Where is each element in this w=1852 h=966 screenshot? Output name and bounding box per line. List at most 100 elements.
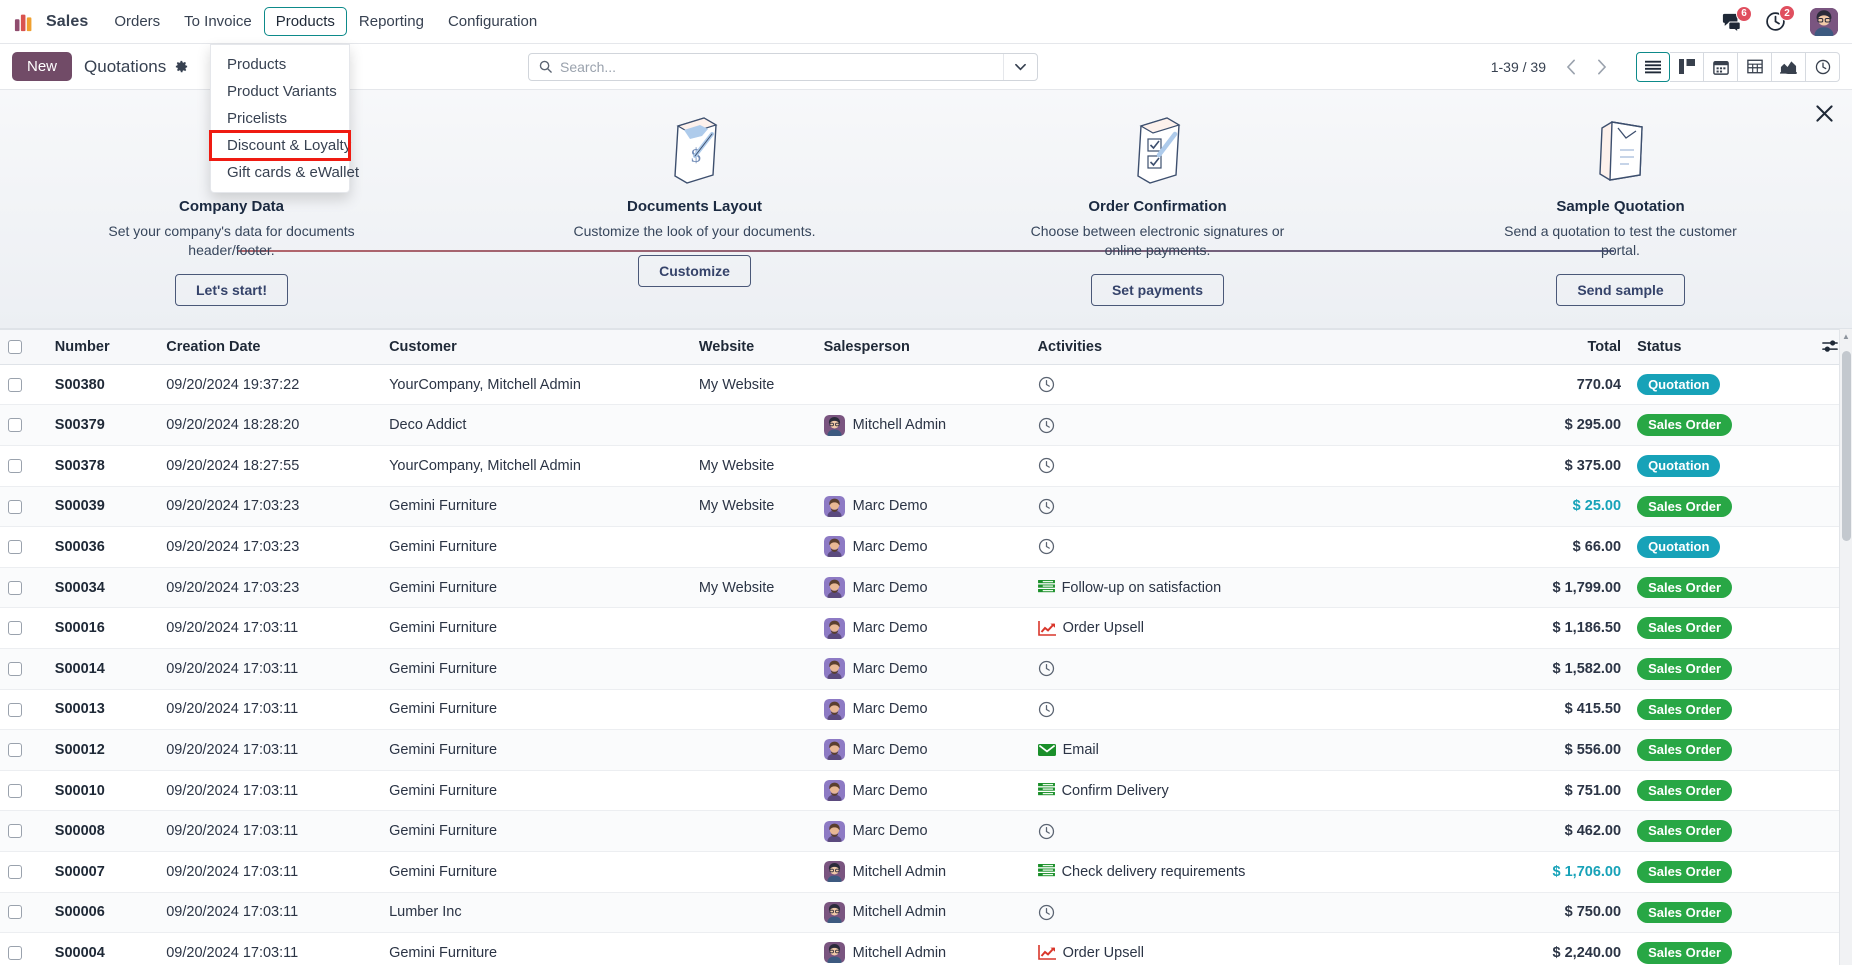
lets-start-button[interactable]: Let's start! (174, 273, 288, 306)
order-number[interactable]: S00380 (55, 377, 105, 393)
search-input[interactable] (560, 53, 1003, 80)
upsell-chart-icon[interactable] (1037, 945, 1056, 961)
table-row[interactable]: S00007 09/20/2024 17:03:11 Gemini Furnitur… (0, 851, 1852, 893)
cell-number[interactable]: S00012 (46, 729, 159, 771)
envelope-green-icon[interactable] (1037, 743, 1056, 757)
order-number[interactable]: S00379 (55, 417, 105, 433)
clock-icon[interactable] (1038, 417, 1055, 434)
table-row[interactable]: S00380 09/20/2024 19:37:22 YourCompany, Mi… (0, 364, 1852, 406)
view-button-pivot[interactable] (1738, 51, 1772, 82)
row-checkbox[interactable] (8, 702, 22, 717)
nav-item-orders[interactable]: Orders (102, 7, 172, 36)
pager-previous-button[interactable] (1556, 53, 1586, 81)
table-row[interactable]: S00016 09/20/2024 17:03:11 Gemini Furnitur… (0, 607, 1852, 649)
list-green-icon[interactable] (1037, 580, 1055, 595)
menu-item-products[interactable]: Products (211, 51, 349, 78)
cell-activities[interactable]: Check delivery requirements (1029, 851, 1465, 893)
cell-number[interactable]: S00379 (46, 404, 159, 446)
cell-activities[interactable] (1029, 892, 1465, 934)
view-button-list[interactable] (1636, 51, 1670, 82)
new-button[interactable]: New (12, 52, 73, 81)
row-checkbox[interactable] (8, 661, 22, 676)
table-row[interactable]: S00010 09/20/2024 17:03:11 Gemini Furnitur… (0, 770, 1852, 812)
list-green-icon[interactable] (1037, 864, 1055, 879)
nav-item-to-invoice[interactable]: To Invoice (172, 7, 264, 36)
row-checkbox[interactable] (8, 946, 22, 961)
cell-number[interactable]: S00010 (46, 770, 159, 812)
activities-button[interactable]: 2 (1765, 5, 1795, 32)
user-avatar[interactable] (1810, 7, 1838, 36)
set-payments-button[interactable]: Set payments (1090, 273, 1225, 306)
column-header-customer[interactable]: Customer (381, 328, 691, 365)
clock-icon[interactable] (1038, 376, 1055, 393)
vertical-scrollbar[interactable]: ▲ (1839, 328, 1852, 965)
clock-icon[interactable] (1038, 904, 1055, 921)
cell-number[interactable]: S00007 (46, 851, 159, 893)
order-number[interactable]: S00004 (55, 945, 105, 961)
order-number[interactable]: S00010 (55, 783, 105, 799)
list-green-icon[interactable] (1037, 783, 1055, 798)
nav-item-configuration[interactable]: Configuration (436, 7, 549, 36)
order-number[interactable]: S00014 (55, 661, 105, 677)
order-number[interactable]: S00016 (55, 620, 105, 636)
row-checkbox[interactable] (8, 418, 22, 433)
row-checkbox[interactable] (8, 621, 22, 636)
table-row[interactable]: S00039 09/20/2024 17:03:23 Gemini Furnitur… (0, 486, 1852, 528)
column-header-salesperson[interactable]: Salesperson (815, 328, 1030, 365)
column-header-activities[interactable]: Activities (1029, 328, 1465, 365)
cell-activities[interactable] (1029, 648, 1465, 690)
column-header-status[interactable]: Status (1629, 328, 1808, 365)
clock-icon[interactable] (1038, 498, 1055, 515)
row-checkbox[interactable] (8, 580, 22, 595)
cell-activities[interactable] (1029, 526, 1465, 568)
column-header-total[interactable]: Total (1464, 328, 1630, 365)
app-brand-name[interactable]: Sales (46, 13, 88, 31)
row-checkbox[interactable] (8, 377, 22, 392)
cell-number[interactable]: S00013 (46, 689, 159, 731)
table-row[interactable]: S00006 09/20/2024 17:03:11 Lumber Inc Mitch… (0, 892, 1852, 934)
row-checkbox[interactable] (8, 743, 22, 758)
cell-activities[interactable] (1029, 445, 1465, 487)
cell-activities[interactable]: Order Upsell (1029, 607, 1465, 649)
row-checkbox[interactable] (8, 905, 22, 920)
order-number[interactable]: S00034 (55, 580, 105, 596)
clock-icon[interactable] (1038, 538, 1055, 555)
menu-item-gift-cards-ewallet[interactable]: Gift cards & eWallet (211, 159, 359, 186)
customize-button[interactable]: Customize (638, 254, 751, 287)
send-sample-button[interactable]: Send sample (1556, 273, 1685, 306)
row-checkbox[interactable] (8, 499, 22, 514)
cell-activities[interactable] (1029, 404, 1465, 446)
cell-activities[interactable] (1029, 810, 1465, 852)
view-button-kanban[interactable] (1670, 51, 1704, 82)
cell-number[interactable]: S00036 (46, 526, 159, 568)
odoo-logo-icon[interactable] (14, 11, 36, 33)
menu-item-discount-loyalty[interactable]: Discount & Loyalty (209, 130, 351, 161)
view-button-activity[interactable] (1806, 51, 1840, 82)
pager-next-button[interactable] (1586, 53, 1616, 81)
table-row[interactable]: S00378 09/20/2024 18:27:55 YourCompany, Mi… (0, 445, 1852, 487)
cell-number[interactable]: S00008 (46, 810, 159, 852)
cell-number[interactable]: S00039 (46, 486, 159, 528)
cell-number[interactable]: S00380 (46, 364, 159, 406)
cell-number[interactable]: S00014 (46, 648, 159, 690)
cell-number[interactable]: S00378 (46, 445, 159, 487)
order-number[interactable]: S00008 (55, 823, 105, 839)
table-row[interactable]: S00012 09/20/2024 17:03:11 Gemini Furnitur… (0, 729, 1852, 771)
table-row[interactable]: S00379 09/20/2024 18:28:20 Deco Addict Mitc… (0, 404, 1852, 446)
table-row[interactable]: S00014 09/20/2024 17:03:11 Gemini Furnitur… (0, 648, 1852, 690)
order-number[interactable]: S00007 (55, 864, 105, 880)
cell-activities[interactable]: Email (1029, 729, 1465, 771)
order-number[interactable]: S00012 (55, 742, 105, 758)
clock-icon[interactable] (1038, 701, 1055, 718)
table-row[interactable]: S00036 09/20/2024 17:03:23 Gemini Furnitur… (0, 526, 1852, 568)
column-header-number[interactable]: Number (46, 328, 159, 365)
menu-item-product-variants[interactable]: Product Variants (211, 78, 349, 105)
order-number[interactable]: S00006 (55, 904, 105, 920)
scrollbar-thumb[interactable] (1842, 350, 1851, 541)
cell-activities[interactable] (1029, 486, 1465, 528)
row-checkbox[interactable] (8, 864, 22, 879)
row-checkbox[interactable] (8, 783, 22, 798)
order-number[interactable]: S00378 (55, 458, 105, 474)
cell-activities[interactable] (1029, 689, 1465, 731)
row-checkbox[interactable] (8, 458, 22, 473)
